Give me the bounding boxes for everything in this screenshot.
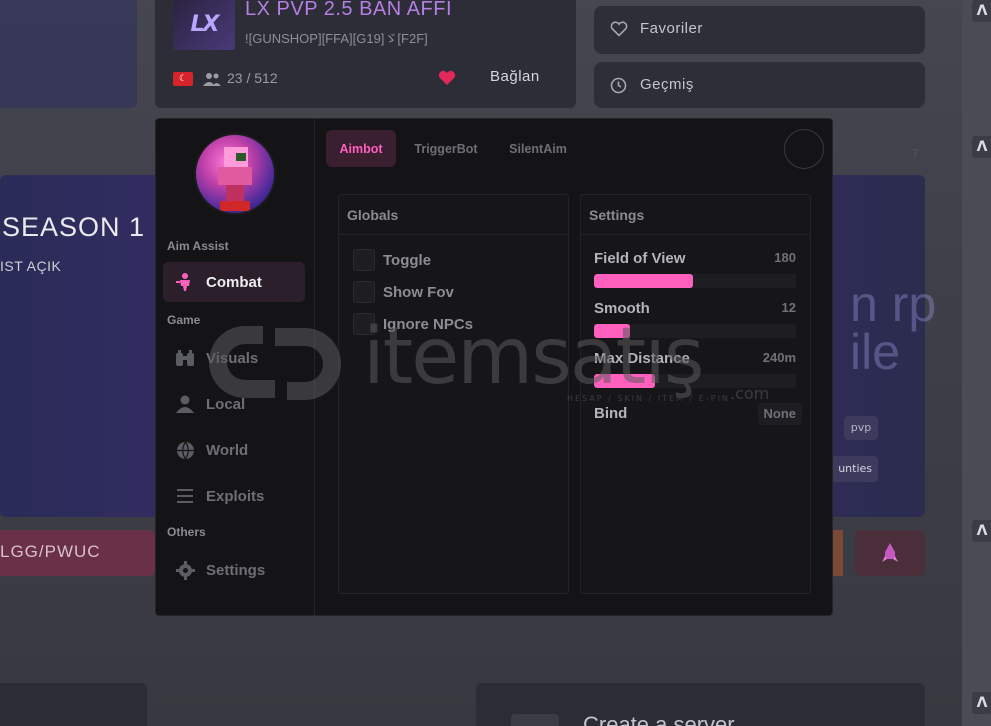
sidebar-item-world[interactable]: World [163, 430, 305, 470]
app-icon[interactable]: Λ [972, 0, 991, 22]
server-card[interactable]: LX LX PVP 2.5 BAN AFFI ![GUNSHOP][FFA][G… [155, 0, 576, 108]
flag-icon: ☾ [173, 72, 193, 86]
slider-label: Smooth [594, 300, 650, 317]
link-text: LGG/PWUC [0, 542, 101, 561]
create-server-label: Create a server [583, 712, 735, 726]
sidebar-item-label: Visuals [206, 349, 259, 367]
bind-button[interactable]: None [757, 403, 802, 425]
profile-button[interactable] [784, 129, 824, 169]
globe-icon [175, 440, 195, 460]
sidebar-item-visuals[interactable]: Visuals [163, 338, 305, 378]
ignore-npcs-checkbox[interactable]: Ignore NPCs [353, 313, 473, 335]
user-icon [175, 394, 195, 414]
slider-track[interactable] [594, 374, 796, 388]
clock-icon [610, 77, 627, 94]
server-title: LX PVP 2.5 BAN AFFI [245, 0, 452, 20]
slider-fill [594, 274, 693, 288]
checkbox[interactable] [353, 313, 375, 335]
heart-icon[interactable] [438, 70, 456, 86]
smooth-slider[interactable]: Smooth 12 [594, 300, 796, 338]
sidebar-item-settings[interactable]: Settings [163, 550, 305, 590]
slider-label: Field of View [594, 250, 686, 267]
favorites-button[interactable]: Favoriler [594, 6, 925, 54]
banner-subtitle: IST AÇIK [0, 258, 62, 274]
sidebar-item-exploits[interactable]: Exploits [163, 476, 305, 516]
checkbox-label: Toggle [383, 251, 432, 269]
server-logo: LX [173, 0, 235, 50]
globals-panel: Globals Toggle Show Fov Ignore NPCs [338, 194, 569, 594]
toggle-checkbox[interactable]: Toggle [353, 249, 431, 271]
section-aim-assist: Aim Assist [167, 239, 229, 253]
menu-sidebar: Aim Assist Combat Game Visuals Local Wor… [156, 119, 315, 615]
right-sidebar [962, 0, 991, 726]
slider-fill [594, 374, 655, 388]
avatar [194, 133, 276, 215]
sidebar-item-combat[interactable]: Combat [163, 262, 305, 302]
checkbox-label: Show Fov [383, 283, 454, 301]
section-others: Others [167, 525, 206, 539]
checkbox-label: Ignore NPCs [383, 315, 474, 333]
bind-label: Bind [594, 405, 628, 422]
players-icon [203, 73, 221, 86]
tag-pvp: pvp [844, 416, 878, 440]
history-button[interactable]: Geçmiş [594, 62, 925, 108]
settings-title: Settings [581, 195, 810, 235]
tab-aimbot[interactable]: Aimbot [326, 130, 396, 167]
player-count: 23 / 512 [227, 70, 278, 86]
sidebar-item-label: Combat [206, 273, 262, 291]
settings-panel: Settings Field of View 180 Smooth 12 Max… [580, 194, 811, 594]
sidebar-item-label: World [206, 441, 249, 459]
globals-title: Globals [339, 195, 568, 235]
slider-fill [594, 324, 631, 338]
menu-content: Aimbot TriggerBot SilentAim ? Globals To… [316, 119, 918, 615]
gear-icon [175, 560, 195, 580]
bottom-left-card[interactable] [0, 683, 147, 726]
slider-value: 12 [781, 300, 796, 315]
help-icon[interactable]: ? [912, 147, 918, 161]
slider-track[interactable] [594, 274, 796, 288]
history-label: Geçmiş [640, 76, 694, 93]
slider-value: 180 [774, 250, 796, 265]
banner-title: SEASON 1 D [2, 212, 175, 242]
sidebar-item-label: Settings [206, 561, 266, 579]
favorites-label: Favoriler [640, 20, 703, 37]
slider-value: 240m [762, 350, 796, 365]
app-icon[interactable]: Λ [972, 692, 991, 714]
server-card-left[interactable] [0, 0, 137, 108]
fov-slider[interactable]: Field of View 180 [594, 250, 796, 288]
sidebar-item-label: Local [206, 395, 246, 413]
sidebar-item-label: Exploits [206, 487, 265, 505]
binoculars-icon [175, 348, 195, 368]
tab-triggerbot[interactable]: TriggerBot [404, 130, 488, 167]
tab-silentaim[interactable]: SilentAim [498, 130, 578, 167]
combat-icon [175, 272, 195, 292]
app-icon[interactable]: Λ [972, 136, 991, 158]
slider-track[interactable] [594, 324, 796, 338]
menu-lines-icon [175, 486, 195, 506]
section-game: Game [167, 313, 201, 327]
connect-button[interactable]: Bağlan [490, 68, 540, 85]
checkbox[interactable] [353, 281, 375, 303]
rocket-icon [882, 543, 898, 562]
create-server-icon [511, 714, 559, 726]
heart-outline-icon [610, 21, 628, 37]
rocket-chip[interactable] [855, 530, 925, 576]
cheat-menu-window: Aim Assist Combat Game Visuals Local Wor… [155, 118, 918, 616]
app-icon[interactable]: Λ [972, 520, 991, 542]
bind-row: Bind None [594, 403, 802, 425]
checkbox[interactable] [353, 249, 375, 271]
max-distance-slider[interactable]: Max Distance 240m [594, 350, 796, 388]
server-tags: ![GUNSHOP][FFA][G19]ゞ[F2F] [245, 31, 428, 46]
promo-chip[interactable] [833, 530, 843, 576]
sidebar-item-local[interactable]: Local [163, 384, 305, 424]
show-fov-checkbox[interactable]: Show Fov [353, 281, 454, 303]
